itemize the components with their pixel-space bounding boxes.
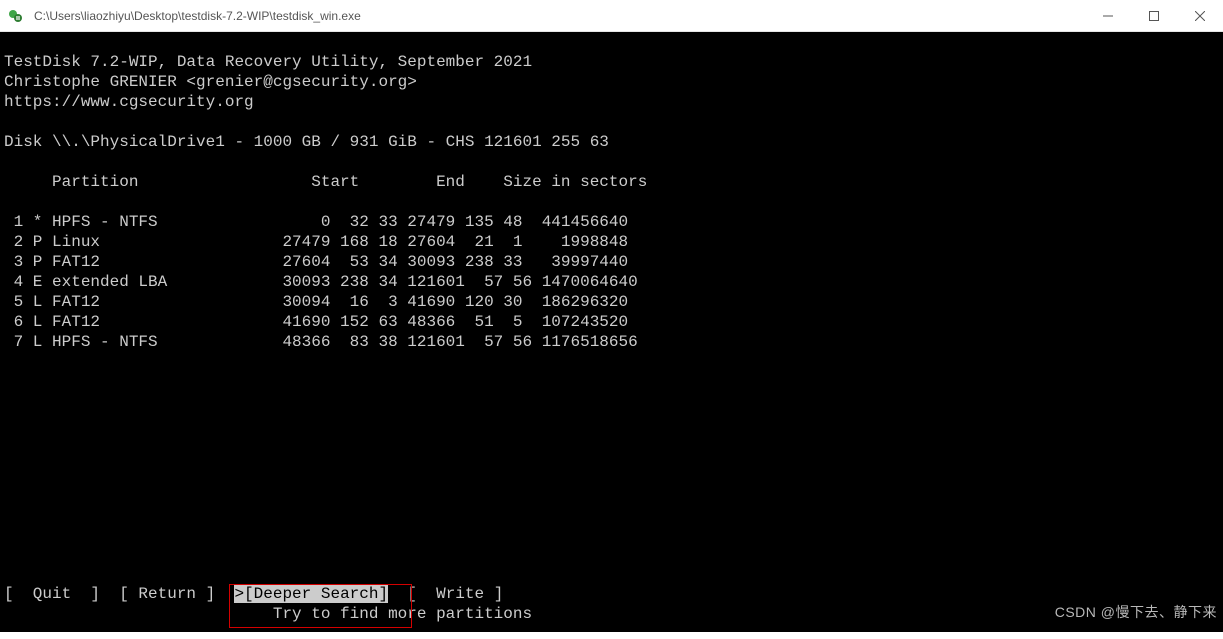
- menu-deeper-search[interactable]: [Deeper Search]: [244, 585, 388, 603]
- menu-hint: Try to find more partitions: [4, 604, 532, 624]
- partition-row[interactable]: 4 E extended LBA 30093 238 34 121601 57 …: [4, 273, 638, 291]
- menu-quit[interactable]: [ Quit ]: [4, 585, 100, 603]
- window-controls: [1085, 0, 1223, 32]
- disk-info-line: Disk \\.\PhysicalDrive1 - 1000 GB / 931 …: [4, 133, 609, 151]
- window-titlebar: C:\Users\liaozhiyu\Desktop\testdisk-7.2-…: [0, 0, 1223, 32]
- window-title: C:\Users\liaozhiyu\Desktop\testdisk-7.2-…: [32, 9, 1085, 23]
- partition-row[interactable]: 1 * HPFS - NTFS 0 32 33 27479 135 48 441…: [4, 213, 628, 231]
- watermark-text: CSDN @慢下去、静下来: [1055, 602, 1217, 622]
- partition-row[interactable]: 3 P FAT12 27604 53 34 30093 238 33 39997…: [4, 253, 628, 271]
- author-line: Christophe GRENIER <grenier@cgsecurity.o…: [4, 73, 417, 91]
- menu-return[interactable]: [ Return ]: [119, 585, 215, 603]
- partition-row[interactable]: 7 L HPFS - NTFS 48366 83 38 121601 57 56…: [4, 333, 638, 351]
- partition-table-header: Partition Start End Size in sectors: [4, 173, 647, 191]
- app-version-line: TestDisk 7.2-WIP, Data Recovery Utility,…: [4, 53, 532, 71]
- partition-row[interactable]: 6 L FAT12 41690 152 63 48366 51 5 107243…: [4, 313, 628, 331]
- menu-write[interactable]: [ Write ]: [407, 585, 503, 603]
- minimize-button[interactable]: [1085, 0, 1131, 32]
- url-line: https://www.cgsecurity.org: [4, 93, 254, 111]
- cursor-icon: >: [234, 585, 244, 603]
- menu-bar: [ Quit ] [ Return ] >[Deeper Search] [ W…: [4, 584, 503, 604]
- partition-row[interactable]: 5 L FAT12 30094 16 3 41690 120 30 186296…: [4, 293, 628, 311]
- maximize-button[interactable]: [1131, 0, 1177, 32]
- console-area[interactable]: TestDisk 7.2-WIP, Data Recovery Utility,…: [0, 32, 1223, 632]
- app-icon: [0, 8, 32, 24]
- close-button[interactable]: [1177, 0, 1223, 32]
- partition-row[interactable]: 2 P Linux 27479 168 18 27604 21 1 199884…: [4, 233, 628, 251]
